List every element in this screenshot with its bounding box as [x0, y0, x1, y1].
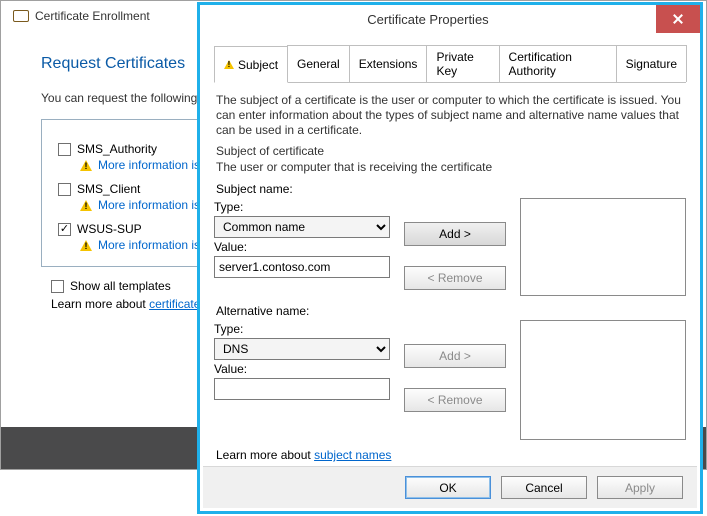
value-label: Value: — [214, 362, 390, 376]
tab-label: Private Key — [436, 50, 489, 78]
certificate-icon — [13, 10, 29, 22]
close-icon — [673, 14, 683, 24]
alternative-name-list[interactable] — [520, 320, 686, 440]
tab-description: The subject of a certificate is the user… — [216, 93, 684, 138]
tab-signature[interactable]: Signature — [616, 45, 687, 82]
alternative-name-remove-button[interactable]: < Remove — [404, 388, 506, 412]
subject-name-group-label: Subject name: — [216, 182, 684, 196]
template-checkbox[interactable] — [58, 143, 71, 156]
cancel-button[interactable]: Cancel — [501, 476, 587, 499]
template-checkbox[interactable] — [58, 183, 71, 196]
dialog-footer: OK Cancel Apply — [203, 466, 697, 508]
alternative-name-editor: Type: DNS Value: Add > < Remove — [214, 320, 686, 440]
subject-of-certificate-heading: Subject of certificate — [216, 144, 684, 158]
learn-prefix: Learn more about — [51, 297, 149, 311]
tab-subject[interactable]: Subject — [214, 46, 288, 83]
alternative-name-value-input[interactable] — [214, 378, 390, 400]
warning-icon — [80, 240, 92, 251]
tab-general[interactable]: General — [287, 45, 350, 82]
learn-prefix: Learn more about — [216, 448, 314, 462]
alternative-name-type-select[interactable]: DNS — [214, 338, 390, 360]
tab-certification-authority[interactable]: Certification Authority — [499, 45, 617, 82]
show-all-label: Show all templates — [70, 279, 171, 293]
warning-icon — [224, 60, 234, 69]
template-checkbox[interactable] — [58, 223, 71, 236]
value-label: Value: — [214, 240, 390, 254]
alternative-name-add-button[interactable]: Add > — [404, 344, 506, 368]
subject-names-link[interactable]: subject names — [314, 448, 391, 462]
alternative-name-group-label: Alternative name: — [216, 304, 684, 318]
ok-button[interactable]: OK — [405, 476, 491, 499]
tab-extensions[interactable]: Extensions — [349, 45, 428, 82]
template-label: SMS_Client — [77, 182, 140, 196]
warning-icon — [80, 160, 92, 171]
subject-name-type-select[interactable]: Common name — [214, 216, 390, 238]
tab-label: General — [297, 57, 340, 71]
subject-name-add-button[interactable]: Add > — [404, 222, 506, 246]
close-button[interactable] — [656, 5, 700, 33]
template-label: SMS_Authority — [77, 142, 157, 156]
tab-label: Certification Authority — [509, 50, 607, 78]
tab-label: Subject — [238, 58, 278, 72]
tab-private-key[interactable]: Private Key — [426, 45, 499, 82]
type-label: Type: — [214, 322, 390, 336]
template-label: WSUS-SUP — [77, 222, 142, 236]
tab-label: Extensions — [359, 57, 418, 71]
type-label: Type: — [214, 200, 390, 214]
subject-name-list[interactable] — [520, 198, 686, 296]
learn-more-row: Learn more about subject names — [216, 448, 684, 462]
tab-strip: Subject General Extensions Private Key C… — [214, 45, 686, 83]
show-all-checkbox[interactable] — [51, 280, 64, 293]
subject-of-certificate-sub: The user or computer that is receiving t… — [216, 160, 684, 174]
dialog-titlebar[interactable]: Certificate Properties — [200, 5, 700, 33]
subject-name-editor: Type: Common name Value: Add > < Remove — [214, 198, 686, 296]
subject-name-remove-button[interactable]: < Remove — [404, 266, 506, 290]
warning-icon — [80, 200, 92, 211]
certificate-properties-dialog: Certificate Properties Subject General E… — [197, 2, 703, 514]
wizard-title: Certificate Enrollment — [35, 9, 150, 23]
dialog-title: Certificate Properties — [200, 5, 656, 33]
subject-name-value-input[interactable] — [214, 256, 390, 278]
apply-button[interactable]: Apply — [597, 476, 683, 499]
tab-label: Signature — [626, 57, 677, 71]
